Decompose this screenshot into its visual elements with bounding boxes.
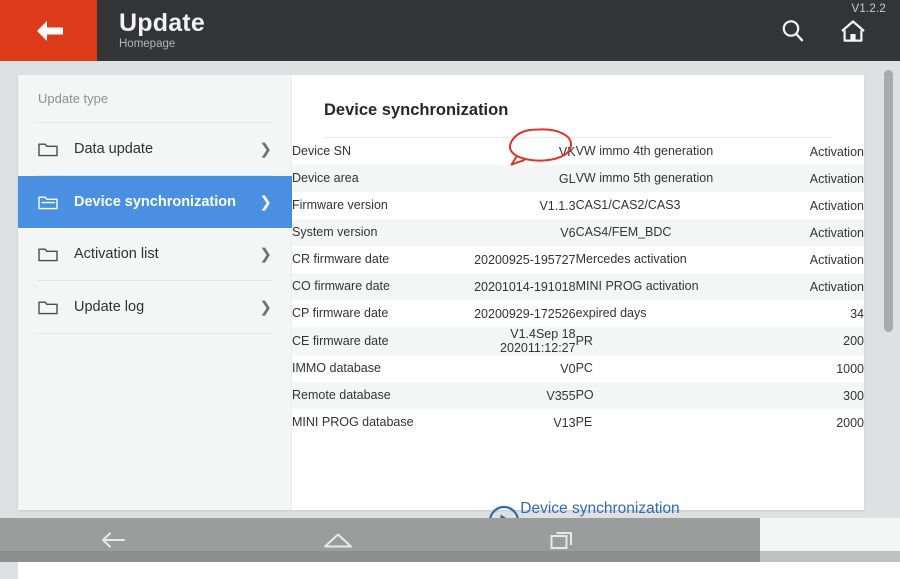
table-row: Device SN VK VW immo 4th generation Acti…: [292, 138, 864, 165]
table-row: CE firmware date V1.4Sep 18 202011:12:27…: [292, 327, 864, 355]
android-recents-icon: [549, 529, 577, 551]
row-value: V13: [553, 415, 576, 430]
activation-link[interactable]: Activation: [744, 138, 864, 165]
sidebar-item-data-update[interactable]: Data update ❯: [18, 123, 292, 175]
content-card: Device synchronization Device SN VK VW i…: [292, 75, 864, 510]
navbar-right-panel-edge: [760, 551, 900, 562]
page-subtitle: Homepage: [119, 37, 176, 50]
table-row: CP firmware date 20200929-172526 expired…: [292, 300, 864, 327]
sidebar-divider: [38, 333, 272, 334]
search-button[interactable]: [776, 14, 810, 48]
app-header: Update Homepage V1.2.2: [0, 0, 900, 61]
row-key: Device SN: [292, 144, 352, 158]
row-right-key: PR: [575, 327, 744, 355]
android-back-icon: [98, 530, 128, 550]
row-right-value: 34: [850, 306, 864, 321]
search-icon: [779, 17, 807, 45]
table-row: CR firmware date 20200925-195727 Mercede…: [292, 246, 864, 273]
back-button[interactable]: [0, 0, 97, 61]
folder-open-icon: [38, 194, 66, 210]
row-right-key: PC: [575, 361, 593, 375]
row-value-line1: V1.4Sep 18: [510, 327, 576, 341]
row-value: V1.4Sep 18 202011:12:27: [433, 327, 576, 355]
sidebar-item-update-log[interactable]: Update log ❯: [18, 281, 292, 333]
home-icon: [838, 17, 868, 45]
activation-link[interactable]: Activation: [743, 219, 864, 246]
activation-link[interactable]: Activation: [744, 246, 864, 273]
table-row: IMMO database V0 PC 1000: [292, 355, 864, 382]
row-key: CO firmware date: [292, 273, 434, 300]
row-right-key: VW immo 5th generation: [575, 165, 744, 192]
version-label: V1.2.2: [851, 3, 886, 15]
chevron-right-icon: ❯: [259, 298, 272, 316]
table-row: CO firmware date 20201014-191018 MINI PR…: [292, 273, 864, 300]
header-title-group: Update Homepage: [97, 0, 776, 61]
table-row: MINI PROG database V13 PE 2000: [292, 409, 864, 436]
page-left-gutter: [0, 122, 18, 579]
row-right-key: MINI PROG activation: [575, 273, 744, 300]
row-key: Device area: [292, 165, 434, 192]
row-value: V0: [560, 361, 576, 376]
sidebar-item-device-synchronization[interactable]: Device synchronization ❯: [18, 176, 292, 228]
activation-link[interactable]: Activation: [744, 192, 864, 219]
row-key: MINI PROG database: [292, 415, 414, 429]
arrow-left-icon: [29, 17, 69, 45]
row-right-key: PE: [575, 415, 593, 429]
row-value: V1.1.3: [539, 198, 576, 213]
content-title: Device synchronization: [324, 101, 509, 119]
sidebar-header: Update type: [38, 91, 109, 106]
row-value: 20201014-191018: [433, 273, 576, 300]
row-value-line2: 202011:12:27: [500, 341, 576, 355]
row-right-key: expired days: [575, 306, 647, 320]
vertical-scrollbar-thumb[interactable]: [884, 70, 893, 332]
device-info-table: Device SN VK VW immo 4th generation Acti…: [292, 138, 864, 436]
row-key: CR firmware date: [292, 252, 390, 266]
row-value: V355: [433, 382, 576, 409]
sidebar-item-label: Device synchronization: [74, 194, 236, 210]
activation-link[interactable]: Activation: [743, 165, 864, 192]
home-button[interactable]: [836, 14, 870, 48]
folder-closed-icon: [38, 141, 66, 157]
sidebar-item-label: Update log: [74, 299, 145, 315]
chevron-right-icon: ❯: [259, 193, 272, 211]
row-value: GL: [433, 165, 576, 192]
row-right-value: 300: [743, 382, 864, 409]
activation-link[interactable]: Activation: [743, 273, 864, 300]
table-row: Device area GL VW immo 5th generation Ac…: [292, 165, 864, 192]
row-value: VK: [558, 144, 576, 159]
table-row: Firmware version V1.1.3 CAS1/CAS2/CAS3 A…: [292, 192, 864, 219]
folder-closed-icon: [38, 246, 66, 262]
row-value: 20200929-172526: [474, 306, 576, 321]
row-right-key: CAS1/CAS2/CAS3: [575, 198, 681, 212]
app-root: Update Homepage V1.2.2 Update type Data …: [0, 0, 900, 579]
row-value: V6: [433, 219, 576, 246]
page-body: Update type Data update ❯ Device synchro…: [0, 61, 900, 579]
chevron-right-icon: ❯: [259, 140, 272, 158]
row-key: Remote database: [292, 382, 434, 409]
row-right-value: 200: [743, 327, 864, 355]
chevron-right-icon: ❯: [259, 245, 272, 263]
row-right-value: 1000: [836, 361, 864, 376]
table-row: Remote database V355 PO 300: [292, 382, 864, 409]
row-right-key: CAS4/FEM_BDC: [575, 219, 744, 246]
row-right-key: VW immo 4th generation: [575, 144, 714, 158]
row-key: CE firmware date: [292, 327, 434, 355]
row-right-key: PO: [575, 382, 744, 409]
folder-closed-icon: [38, 299, 66, 315]
sidebar: Update type Data update ❯ Device synchro…: [18, 75, 292, 510]
row-key: CP firmware date: [292, 306, 389, 320]
row-right-value: 2000: [836, 415, 864, 430]
android-home-icon: [321, 530, 355, 550]
page-title: Update: [119, 8, 205, 37]
row-key: System version: [292, 219, 434, 246]
sidebar-item-label: Activation list: [74, 246, 159, 262]
row-value: 20200925-195727: [474, 252, 576, 267]
row-right-key: Mercedes activation: [575, 252, 687, 266]
row-key: Firmware version: [292, 198, 388, 212]
table-row: System version V6 CAS4/FEM_BDC Activatio…: [292, 219, 864, 246]
sidebar-item-activation-list[interactable]: Activation list ❯: [18, 228, 292, 280]
header-actions: V1.2.2: [776, 0, 900, 61]
row-key: IMMO database: [292, 361, 381, 375]
sidebar-item-label: Data update: [74, 141, 154, 157]
